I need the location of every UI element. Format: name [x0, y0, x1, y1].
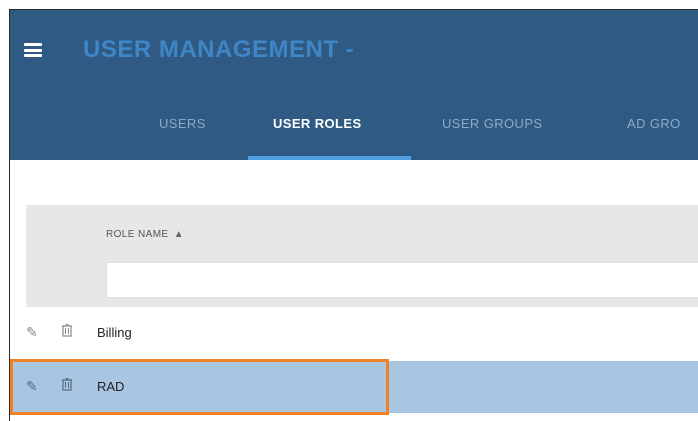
grid-header: ROLE NAME ▲︎	[26, 205, 698, 308]
tab-user-roles[interactable]: USER ROLES	[273, 116, 362, 131]
role-name-cell: RAD	[97, 379, 125, 394]
table-row[interactable]: ✎ Billing	[10, 307, 698, 359]
column-header-role-name[interactable]: ROLE NAME ▲︎	[106, 229, 184, 240]
role-name-filter-input[interactable]	[106, 262, 698, 298]
trash-icon[interactable]	[62, 324, 72, 340]
page-title: USER MANAGEMENT -	[83, 36, 355, 63]
pencil-icon[interactable]: ✎	[26, 378, 38, 395]
tab-users[interactable]: USERS	[159, 116, 206, 131]
hamburger-menu-icon[interactable]	[24, 43, 42, 57]
tab-ad-groups[interactable]: AD GRO	[627, 116, 681, 131]
app-header: USER MANAGEMENT - USERS USER ROLES USER …	[10, 10, 698, 160]
active-tab-indicator	[248, 156, 411, 160]
app-window: USER MANAGEMENT - USERS USER ROLES USER …	[9, 9, 698, 421]
table-row-selected[interactable]: ✎ RAD	[10, 361, 698, 413]
pencil-icon[interactable]: ✎	[26, 324, 38, 341]
sort-icon[interactable]: ▲︎	[174, 229, 184, 240]
column-header-label: ROLE NAME	[106, 229, 169, 240]
trash-icon[interactable]	[62, 378, 72, 394]
role-name-cell: Billing	[97, 325, 132, 340]
tab-user-groups[interactable]: USER GROUPS	[442, 116, 542, 131]
